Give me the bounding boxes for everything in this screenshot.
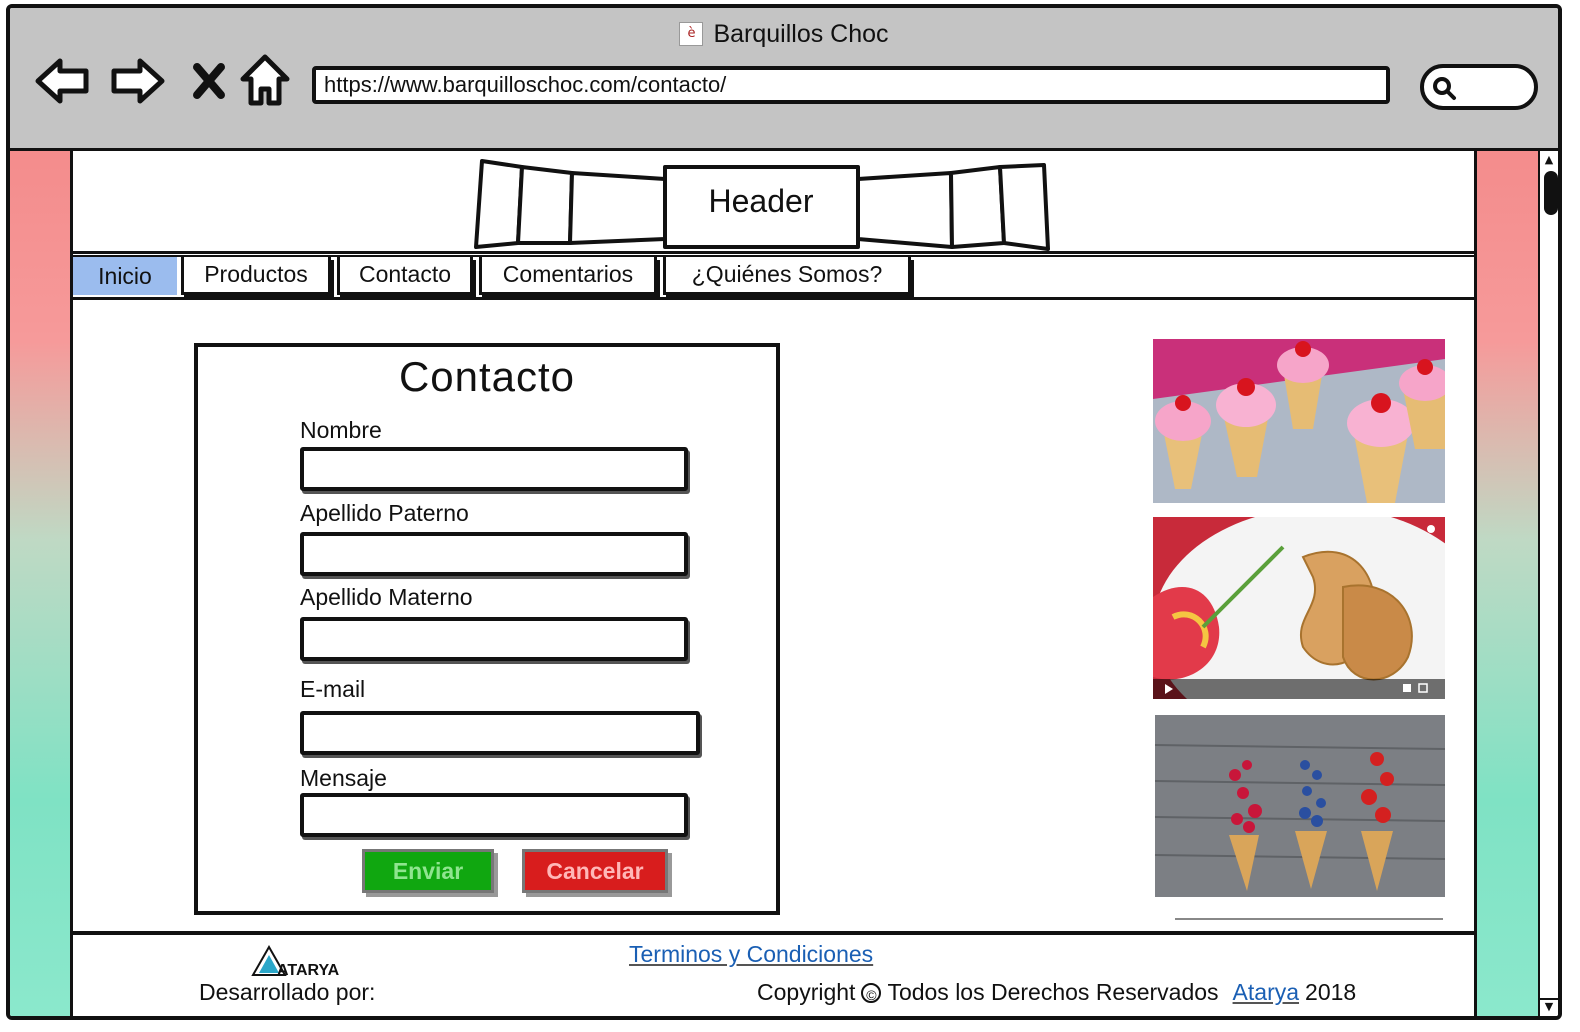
back-arrow-icon[interactable] [34,52,92,110]
window-title-text: Barquillos Choc [713,19,889,48]
apellido-materno-label: Apellido Materno [300,584,473,610]
copyright-line: Copyright © Todos los Derechos Reservado… [757,979,1356,1006]
tab-quienes-somos[interactable]: ¿Quiénes Somos? [663,257,911,295]
apellido-paterno-label: Apellido Paterno [300,500,469,526]
search-icon [1433,77,1456,100]
tab-contacto[interactable]: Contacto [337,257,473,295]
form-title: Contacto [398,353,576,400]
forward-arrow-icon[interactable] [108,52,166,110]
left-gradient-gutter [10,151,73,1016]
berry-cones-image [1155,715,1445,897]
mensaje-label: Mensaje [300,765,387,791]
nombre-input[interactable] [300,447,688,491]
scroll-up-arrow-icon[interactable]: ▲ [1540,153,1558,167]
copyright-year: 2018 [1305,979,1357,1005]
page-header: Header [73,151,1474,254]
contact-form: Contacto Nombre Apellido Paterno Apellid… [194,343,780,915]
page-content: Header Inicio Productos Contacto Comenta… [73,151,1474,1016]
rolled-wafer-video[interactable] [1153,517,1445,699]
browser-window: ѐ Barquillos Choc https://www.barquillos… [6,4,1562,1020]
terms-link[interactable]: Terminos y Condiciones [629,941,873,968]
address-bar[interactable]: https://www.barquilloschoc.com/contacto/ [312,66,1390,104]
email-label: E-mail [300,676,366,702]
atarya-link[interactable]: Atarya [1233,979,1299,1006]
url-text: https://www.barquilloschoc.com/contacto/ [324,72,727,97]
header-label: Header [708,183,814,219]
copyright-symbol-icon: © [861,982,882,1003]
tab-inicio[interactable]: Inicio [73,257,177,295]
tab-productos[interactable]: Productos [181,257,331,295]
copyright-prefix: Copyright [757,979,856,1005]
mensaje-input[interactable] [300,793,688,837]
logo-text: ATARYA [277,962,340,979]
scroll-thumb[interactable] [1544,171,1558,215]
apellido-paterno-input[interactable] [300,532,688,576]
home-icon[interactable] [236,52,294,110]
browser-titlebar: ѐ Barquillos Choc https://www.barquillos… [10,8,1558,151]
copyright-text: Todos los Derechos Reservados [887,979,1219,1005]
apellido-materno-input[interactable] [300,617,688,661]
nombre-label: Nombre [300,417,382,443]
main-navbar: Inicio Productos Contacto Comentarios ¿Q… [73,255,1474,300]
tab-comentarios[interactable]: Comentarios [479,257,657,295]
page-favicon-icon: ѐ [679,22,704,46]
enviar-button[interactable]: Enviar [362,849,494,893]
scroll-down-arrow-icon[interactable]: ▼ [1540,998,1558,1014]
window-title: ѐ Barquillos Choc [10,18,1558,50]
sidebar-divider [1175,918,1443,920]
cupcake-cones-image [1153,339,1445,503]
page-footer: ATARYA Desarrollado por: Terminos y Cond… [73,931,1474,1016]
right-gradient-gutter [1474,151,1541,1016]
close-x-icon[interactable] [180,52,238,110]
atarya-logo: ATARYA [251,945,340,979]
cancelar-button[interactable]: Cancelar [522,849,668,893]
email-input[interactable] [300,711,700,755]
vertical-scrollbar[interactable]: ▲ ▼ [1538,151,1558,1016]
browser-search-field[interactable] [1420,64,1538,110]
developed-by-label: Desarrollado por: [199,979,376,1005]
